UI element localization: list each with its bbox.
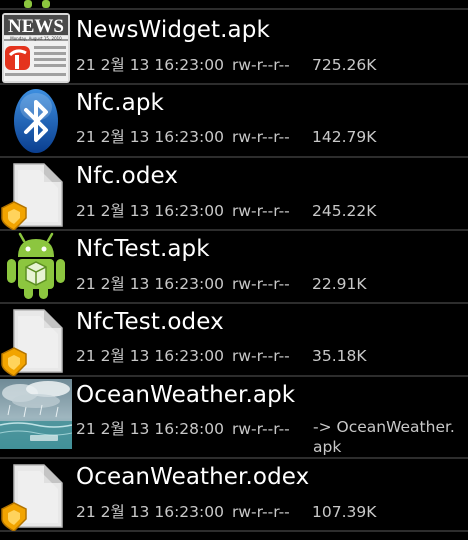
file-meta: 21 2월 13 16:23:00 rw-r--r-- 22.91K — [76, 272, 462, 294]
file-permissions: rw-r--r-- — [232, 275, 290, 293]
file-name: OceanWeather.odex — [76, 464, 310, 490]
file-meta: 21 2월 13 16:28:00 rw-r--r-- — [76, 417, 312, 439]
ocean-weather-icon — [0, 379, 72, 451]
file-meta: 21 2월 13 16:23:00 rw-r--r-- 245.22K — [76, 199, 462, 221]
symlink-target-line1: -> OceanWeather. — [313, 418, 455, 436]
file-name: Nfc.apk — [76, 90, 164, 116]
file-date: 21 2월 13 16:23:00 — [76, 275, 224, 293]
list-item[interactable]: NfcTest.odex 21 2월 13 16:23:00 rw-r--r-- 3… — [0, 304, 468, 377]
symlink-target-line2: apk — [313, 438, 342, 456]
list-item[interactable]: NEWS Monday, August 15, 2010 NewsWidget.… — [0, 11, 468, 85]
file-name: OceanWeather.apk — [76, 382, 296, 408]
file-size: 107.39K — [312, 503, 377, 521]
list-item[interactable]: Nfc.odex 21 2월 13 16:23:00 rw-r--r-- 245.2… — [0, 158, 468, 231]
file-date: 21 2월 13 16:23:00 — [76, 347, 224, 365]
file-size: 22.91K — [312, 275, 367, 293]
file-date: 21 2월 13 16:23:00 — [76, 202, 224, 220]
list-item[interactable]: OceanWeather.apk 21 2월 13 16:28:00 rw-r--… — [0, 377, 468, 459]
list-top-divider — [0, 0, 468, 10]
file-date: 21 2월 13 16:23:00 — [76, 128, 224, 146]
file-meta: 21 2월 13 16:23:00 rw-r--r-- 725.26K — [76, 53, 462, 75]
file-size: 142.79K — [312, 128, 377, 146]
file-size: 245.22K — [312, 202, 377, 220]
file-size: 725.26K — [312, 56, 377, 74]
file-permissions: rw-r--r-- — [232, 347, 290, 365]
file-meta: 21 2월 13 16:23:00 rw-r--r-- 142.79K — [76, 125, 462, 147]
file-name: NfcTest.apk — [76, 236, 210, 262]
file-permissions: rw-r--r-- — [232, 128, 290, 146]
symlink-target: -> OceanWeather. apk — [313, 417, 463, 457]
list-item[interactable]: NfcTest.apk 21 2월 13 16:23:00 rw-r--r-- 22… — [0, 231, 468, 304]
file-permissions: rw-r--r-- — [232, 202, 290, 220]
file-name: NfcTest.odex — [76, 309, 224, 335]
file-meta: 21 2월 13 16:23:00 rw-r--r-- 107.39K — [76, 500, 462, 522]
file-size: 35.18K — [312, 347, 367, 365]
file-date: 21 2월 13 16:23:00 — [76, 56, 224, 74]
file-permissions: rw-r--r-- — [232, 503, 290, 521]
news-icon-date: Monday, August 15, 2010 — [10, 36, 62, 41]
android-robot-icon — [24, 0, 50, 8]
secure-file-icon — [0, 158, 72, 230]
list-item[interactable]: OceanWeather.odex 21 2월 13 16:23:00 rw-r-… — [0, 459, 468, 532]
list-item[interactable]: Nfc.apk 21 2월 13 16:23:00 rw-r--r-- 142.79… — [0, 85, 468, 158]
file-permissions: rw-r--r-- — [232, 420, 290, 438]
file-name: NewsWidget.apk — [76, 17, 270, 43]
file-name: Nfc.odex — [76, 163, 179, 189]
android-robot-icon — [0, 231, 72, 303]
file-meta: 21 2월 13 16:23:00 rw-r--r-- 35.18K — [76, 344, 462, 366]
file-date: 21 2월 13 16:23:00 — [76, 503, 224, 521]
secure-file-icon — [0, 304, 72, 376]
file-permissions: rw-r--r-- — [232, 56, 290, 74]
file-date: 21 2월 13 16:28:00 — [76, 420, 224, 438]
news-app-icon: NEWS Monday, August 15, 2010 — [0, 12, 72, 84]
news-icon-title: NEWS — [8, 16, 64, 37]
bluetooth-icon — [0, 85, 72, 157]
secure-file-icon — [0, 459, 72, 531]
